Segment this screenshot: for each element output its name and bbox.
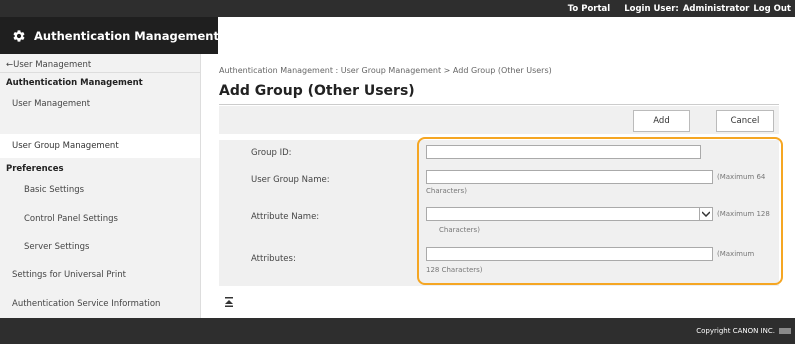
collapse-up-icon[interactable] xyxy=(225,297,233,307)
header-links: To Portal Login User: Administrator Log … xyxy=(568,0,791,17)
sidebar-heading-preferences: Preferences xyxy=(6,164,64,174)
attributes-input[interactable] xyxy=(426,247,713,261)
breadcrumb: Authentication Management : User Group M… xyxy=(219,66,552,75)
attributes-label: Attributes: xyxy=(251,254,296,264)
sidebar-item-basic-settings[interactable]: Basic Settings xyxy=(0,178,200,202)
login-user-value: Administrator xyxy=(682,3,750,14)
sidebar-item-service-information[interactable]: Authentication Service Information xyxy=(0,292,200,316)
gear-icon xyxy=(12,29,26,43)
top-header-bar: To Portal Login User: Administrator Log … xyxy=(0,0,795,17)
brand-mark xyxy=(779,328,791,334)
attributes-hint-cont: 128 Characters) xyxy=(426,266,483,274)
to-portal-link[interactable]: To Portal xyxy=(568,4,610,14)
sidebar-item-user-group-management[interactable]: User Group Management xyxy=(0,134,200,158)
attributes-hint: (Maximum xyxy=(717,250,755,258)
attribute-name-hint-cont: Characters) xyxy=(439,226,480,234)
sidebar-divider xyxy=(0,72,200,73)
sidebar-back-user-management[interactable]: ←User Management xyxy=(6,60,206,70)
user-group-name-hint-cont: Characters) xyxy=(426,187,467,195)
attribute-name-hint: (Maximum 128 xyxy=(717,210,770,218)
footer: Copyright CANON INC. xyxy=(0,318,795,344)
cancel-button[interactable]: Cancel xyxy=(716,110,774,132)
app-title: Authentication Management xyxy=(34,28,219,43)
title-divider xyxy=(219,104,779,105)
group-id-input[interactable] xyxy=(426,145,701,159)
sidebar-heading-authentication: Authentication Management xyxy=(6,78,143,88)
login-user-label: Login User: xyxy=(624,3,679,14)
page-title: Add Group (Other Users) xyxy=(219,83,415,99)
action-bar: Add Cancel xyxy=(219,106,779,134)
sidebar-item-control-panel-settings[interactable]: Control Panel Settings xyxy=(0,207,200,231)
group-id-label: Group ID: xyxy=(251,148,292,158)
copyright-text: Copyright CANON INC. xyxy=(696,327,775,335)
app-title-bar: Authentication Management xyxy=(0,17,219,54)
sidebar-item-user-management[interactable]: User Management xyxy=(0,92,200,116)
sidebar: ←User Management Authentication Manageme… xyxy=(0,54,201,318)
sidebar-item-server-settings[interactable]: Server Settings xyxy=(0,235,200,259)
add-group-form: Group ID: User Group Name: (Maximum 64 C… xyxy=(219,140,779,286)
attribute-name-select[interactable] xyxy=(426,207,713,221)
logout-link[interactable]: Log Out xyxy=(753,4,791,14)
chevron-down-icon xyxy=(699,208,712,220)
login-user-info: Login User: Administrator xyxy=(624,4,749,14)
sidebar-item-universal-print[interactable]: Settings for Universal Print xyxy=(0,263,200,287)
add-button[interactable]: Add xyxy=(633,110,690,132)
user-group-name-input[interactable] xyxy=(426,170,713,184)
user-group-name-label: User Group Name: xyxy=(251,175,330,185)
user-group-name-hint: (Maximum 64 xyxy=(717,173,766,181)
title-bar-spacer xyxy=(218,17,795,54)
attribute-name-label: Attribute Name: xyxy=(251,212,320,222)
